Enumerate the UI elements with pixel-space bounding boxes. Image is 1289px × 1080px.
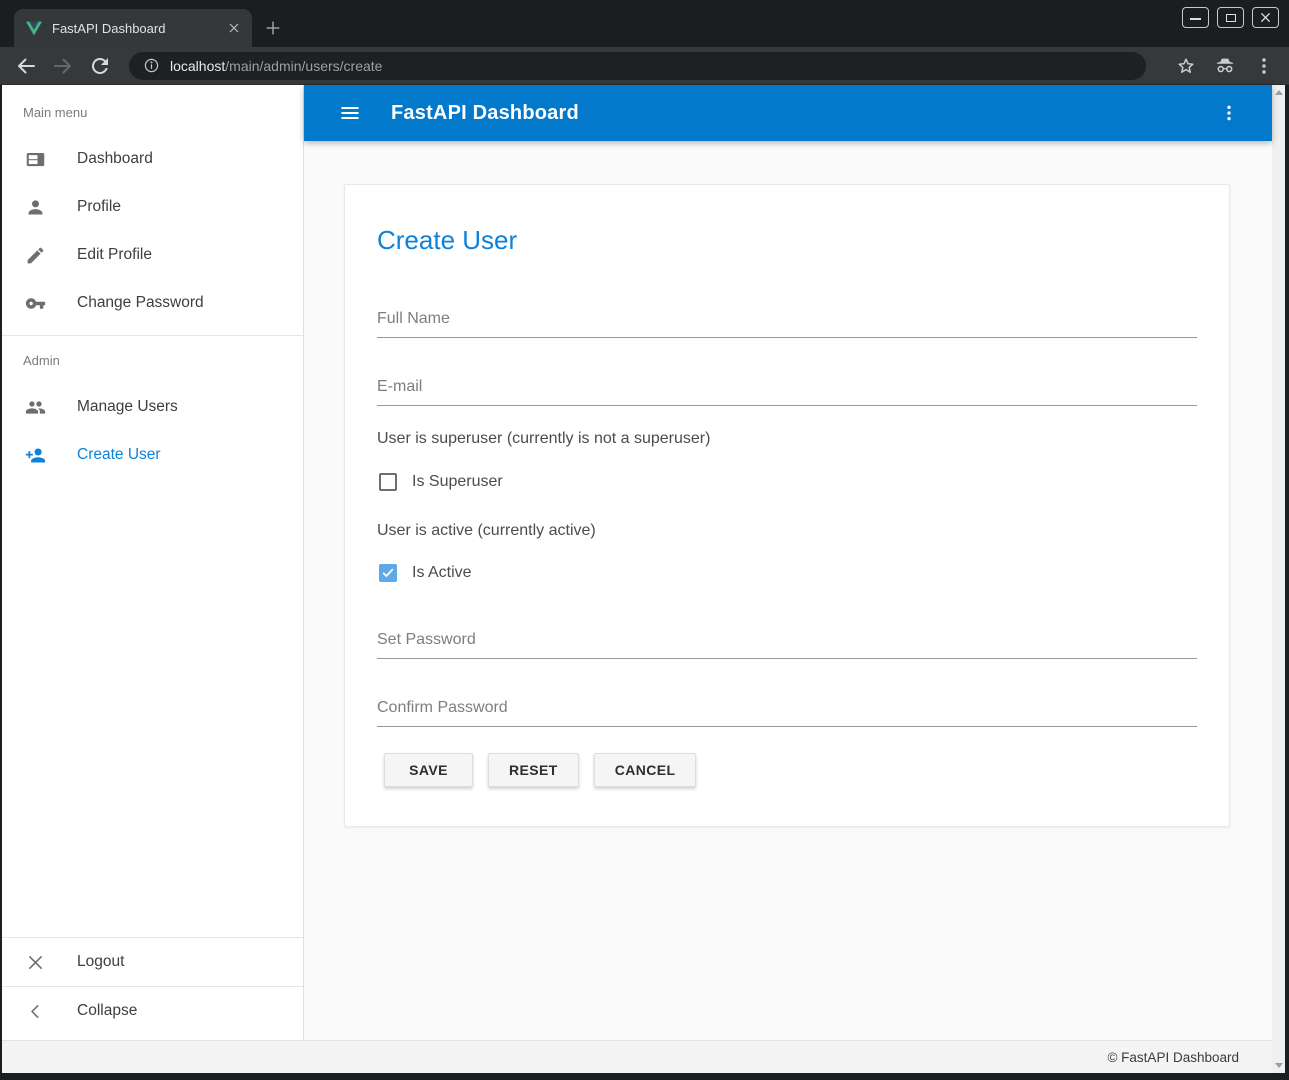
window-close-icon[interactable] xyxy=(1252,7,1279,28)
checkbox-unchecked-icon[interactable] xyxy=(379,473,397,491)
footer: © FastAPI Dashboard xyxy=(2,1040,1272,1073)
people-icon xyxy=(25,397,46,418)
maximize-icon[interactable] xyxy=(1217,7,1244,28)
hamburger-menu-icon[interactable] xyxy=(339,102,361,124)
reload-icon[interactable] xyxy=(88,54,112,78)
sidebar-item-label: Dashboard xyxy=(77,150,153,168)
pencil-icon xyxy=(25,245,46,266)
page-title: Create User xyxy=(377,225,517,256)
sidebar: Main menu Dashboard Profile Edit Profile xyxy=(2,85,304,1040)
scroll-up-icon[interactable] xyxy=(1275,90,1283,95)
dashboard-icon xyxy=(25,149,46,170)
sidebar-item-change-password[interactable]: Change Password xyxy=(2,279,303,327)
checkbox-checked-icon[interactable] xyxy=(379,564,397,582)
key-icon xyxy=(25,293,46,314)
window-controls xyxy=(1182,7,1279,28)
browser-toolbar: localhost/main/admin/users/create xyxy=(0,47,1289,85)
url-path: /main/admin/users/create xyxy=(225,58,382,74)
set-password-input[interactable] xyxy=(377,631,1197,658)
appbar-menu-dots-icon[interactable] xyxy=(1219,103,1239,123)
sidebar-item-profile[interactable]: Profile xyxy=(2,183,303,231)
sidebar-item-dashboard[interactable]: Dashboard xyxy=(2,135,303,183)
sidebar-item-label: Profile xyxy=(77,198,121,216)
full-name-field[interactable] xyxy=(377,297,1197,338)
email-input[interactable] xyxy=(377,378,1197,405)
person-icon xyxy=(25,197,46,218)
scroll-down-icon[interactable] xyxy=(1275,1063,1283,1068)
address-bar[interactable]: localhost/main/admin/users/create xyxy=(129,52,1146,80)
tab-close-icon[interactable] xyxy=(226,20,242,36)
vue-logo-icon xyxy=(26,21,42,36)
checkbox-label: Is Superuser xyxy=(412,473,503,491)
scrollbar[interactable] xyxy=(1272,85,1285,1073)
sidebar-item-logout[interactable]: Logout xyxy=(2,938,303,986)
chevron-left-icon xyxy=(25,1001,46,1022)
reset-button[interactable]: RESET xyxy=(488,753,579,787)
sidebar-bottom: Logout Collapse xyxy=(2,937,303,1035)
person-add-icon xyxy=(25,445,46,466)
main-area: FastAPI Dashboard Create User User is su… xyxy=(304,85,1272,1040)
browser-tab-strip: FastAPI Dashboard xyxy=(0,0,1289,47)
email-field[interactable] xyxy=(377,365,1197,406)
sidebar-item-edit-profile[interactable]: Edit Profile xyxy=(2,231,303,279)
sidebar-item-label: Logout xyxy=(77,953,124,971)
sidebar-item-label: Manage Users xyxy=(77,398,178,416)
set-password-field[interactable] xyxy=(377,618,1197,659)
incognito-icon[interactable] xyxy=(1214,55,1236,77)
sidebar-item-create-user[interactable]: Create User xyxy=(2,431,303,479)
appbar-title: FastAPI Dashboard xyxy=(391,102,579,125)
url-host: localhost xyxy=(170,58,225,74)
is-superuser-checkbox-row[interactable]: Is Superuser xyxy=(379,473,503,491)
sidebar-item-label: Edit Profile xyxy=(77,246,152,264)
sidebar-item-label: Collapse xyxy=(77,1002,137,1020)
browser-tab[interactable]: FastAPI Dashboard xyxy=(14,9,252,47)
minimize-icon[interactable] xyxy=(1182,7,1209,28)
bookmark-star-icon[interactable] xyxy=(1175,55,1197,77)
checkbox-label: Is Active xyxy=(412,564,472,582)
is-active-checkbox-row[interactable]: Is Active xyxy=(379,564,472,582)
save-button[interactable]: SAVE xyxy=(384,753,473,787)
new-tab-icon[interactable] xyxy=(260,15,286,41)
sidebar-item-label: Create User xyxy=(77,446,161,464)
sidebar-item-label: Change Password xyxy=(77,294,204,312)
superuser-hint: User is superuser (currently is not a su… xyxy=(377,430,710,448)
back-icon[interactable] xyxy=(14,54,38,78)
browser-menu-icon[interactable] xyxy=(1253,55,1275,77)
tab-title: FastAPI Dashboard xyxy=(42,21,226,36)
active-hint: User is active (currently active) xyxy=(377,522,596,540)
app-bar: FastAPI Dashboard xyxy=(304,85,1272,141)
confirm-password-field[interactable] xyxy=(377,686,1197,727)
full-name-input[interactable] xyxy=(377,310,1197,337)
footer-copyright: © FastAPI Dashboard xyxy=(1107,1050,1239,1065)
forward-icon[interactable] xyxy=(51,54,75,78)
confirm-password-input[interactable] xyxy=(377,699,1197,726)
sidebar-section-admin: Admin xyxy=(2,336,303,383)
logout-x-icon xyxy=(25,952,46,973)
form-actions: SAVE RESET CANCEL xyxy=(384,753,696,787)
sidebar-section-main: Main menu xyxy=(2,85,303,135)
sidebar-item-manage-users[interactable]: Manage Users xyxy=(2,383,303,431)
cancel-button[interactable]: CANCEL xyxy=(594,753,697,787)
create-user-card: Create User User is superuser (currently… xyxy=(344,184,1230,827)
sidebar-item-collapse[interactable]: Collapse xyxy=(2,987,303,1035)
site-info-icon[interactable] xyxy=(143,57,160,74)
